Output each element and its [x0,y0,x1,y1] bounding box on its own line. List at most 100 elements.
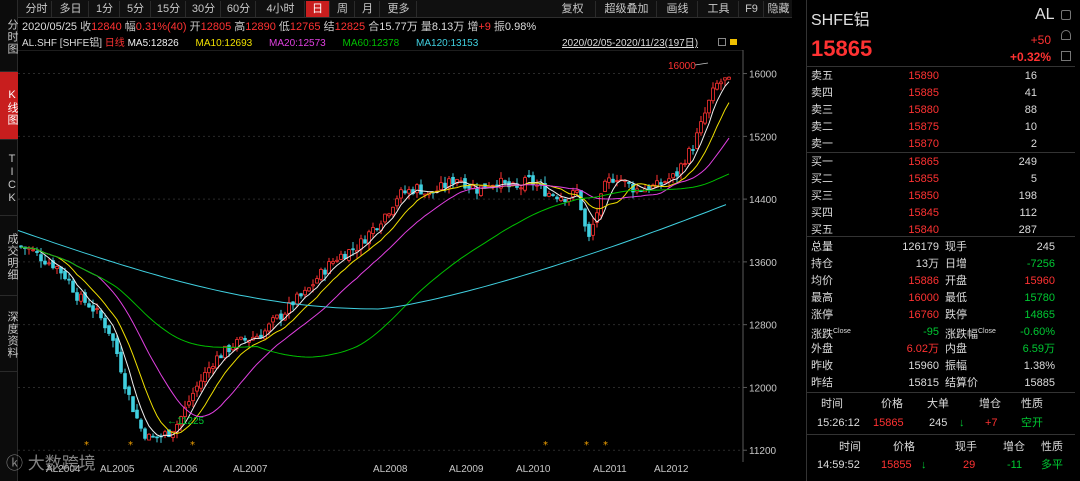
candle-body [203,372,207,382]
y-tick-label: 15200 [749,132,777,143]
hide-button[interactable]: 隐藏 [765,1,792,17]
period-60min-button[interactable]: 60分 [222,1,256,17]
period-5min-button[interactable]: 5分 [121,1,151,17]
stat-label: 现手 [945,241,967,253]
candle-body [135,409,139,419]
period-intraday-button[interactable]: 分时 [22,1,52,17]
tick-nature: 多平 [1041,459,1063,471]
x-label: AL2009 [449,464,484,475]
lock-icon[interactable] [730,39,737,45]
stat-row: 最高 16000 最低 15780 [807,291,1075,305]
candle-body [527,174,531,177]
adjust-button[interactable]: 复权 [550,1,596,17]
candle-body [691,149,695,151]
settings-icon[interactable] [718,38,726,46]
x-label: AL2010 [516,464,551,475]
price-axis: 16000 15200 14400 13600 12800 12000 11200 [743,70,777,457]
period-more-button[interactable]: 更多 [381,1,417,17]
candle-body [275,314,279,319]
candle-body [727,76,731,80]
period-multiday-button[interactable]: 多日 [53,1,89,17]
ask-volume: 10 [1024,121,1037,133]
ask-price: 15885 [908,87,939,99]
tab-tick[interactable]: TICK [0,140,18,216]
quote-change-pct: +0.32% [1009,50,1051,64]
stat-label-sub: Close [833,328,851,335]
watermark-text: 大数跨境 [27,454,96,473]
candle-body [359,238,363,250]
candle-body [607,177,611,183]
candle-body [343,253,347,259]
candle-body [67,278,71,281]
candle-body [75,292,79,301]
event-stars: * * * * * * [84,440,608,451]
candle-body [311,284,315,287]
menu-icon[interactable] [1061,10,1071,20]
ask-label: 卖三 [811,104,833,116]
tab-kline[interactable]: K线图 [0,72,18,140]
tick-price: 15855 [881,459,912,471]
ask-label: 卖五 [811,70,833,82]
tab-depth-info[interactable]: 深度资料 [0,296,18,372]
trade-price: 15865 [873,417,904,429]
date-range[interactable]: 2020/02/05-2020/11/23(197日) [562,36,698,51]
ma60-value: MA60:12378 [342,38,400,49]
stat-label: 开盘 [945,275,967,287]
bid-label: 买三 [811,190,833,202]
period-30min-button[interactable]: 30分 [187,1,221,17]
ask-volume: 2 [1030,138,1037,150]
high-marker-line [694,62,709,66]
stat-row: 持仓 13万 日增 -7256 [807,257,1075,271]
info-close-label: 收 [80,21,92,33]
f9-button[interactable]: F9 [740,1,764,17]
x-label: AL2005 [100,464,135,475]
stat-value: 14865 [1024,309,1055,321]
x-label: AL2006 [163,464,198,475]
stat-label: 结算价 [945,377,978,389]
period-15min-button[interactable]: 15分 [152,1,186,17]
period-month-button[interactable]: 月 [356,1,380,17]
divider [807,152,1075,153]
stat-value: 15815 [908,377,939,389]
candle-body [215,355,219,369]
y-tick-label: 11200 [749,446,777,457]
candle-body [699,121,703,134]
kline-chart[interactable]: 16000 15200 14400 13600 12800 12000 11200 1600… [18,50,794,462]
info-oi: 15.77万 [379,21,418,33]
ask-price: 15890 [908,70,939,82]
candle-body [195,385,199,392]
info-inc-label: 增 [467,21,479,33]
period-4hour-button[interactable]: 4小时 [257,1,305,17]
period-day-button[interactable]: 日 [306,1,330,17]
ma5-line [20,81,730,438]
stat-label: 最低 [945,292,967,304]
super-overlay-button[interactable]: 超级叠加 [597,1,657,17]
x-label: AL2011 [593,464,627,475]
candle-body [267,323,271,332]
alert-bell-icon[interactable] [1061,30,1071,40]
stat-label-text: 涨跌 [811,328,833,341]
add-icon[interactable] [1061,51,1071,61]
stat-label: 总量 [811,241,833,253]
period-week-button[interactable]: 周 [331,1,355,17]
tab-trade-details[interactable]: 成交明细 [0,216,18,296]
trades-header-big: 大单 [927,398,949,410]
quote-name: SHFE铝 [811,12,870,29]
candle-body [43,260,47,265]
stat-value: 6.02万 [906,343,939,355]
stat-label: 均价 [811,275,833,287]
info-close: 12840 [91,21,122,33]
stat-label: 持仓 [811,258,833,270]
stat-value: 15885 [1024,377,1055,389]
draw-line-button[interactable]: 画线 [658,1,698,17]
candle-body [71,280,75,293]
tools-button[interactable]: 工具 [699,1,739,17]
period-1min-button[interactable]: 1分 [90,1,120,17]
y-tick-label: 13600 [749,258,777,269]
candle-body [719,81,723,85]
candle-body [563,198,567,202]
info-range-label: 幅 [124,21,136,33]
candle-body [675,171,679,177]
tab-intraday[interactable]: 分时图 [0,0,18,72]
candle-body [375,228,379,231]
